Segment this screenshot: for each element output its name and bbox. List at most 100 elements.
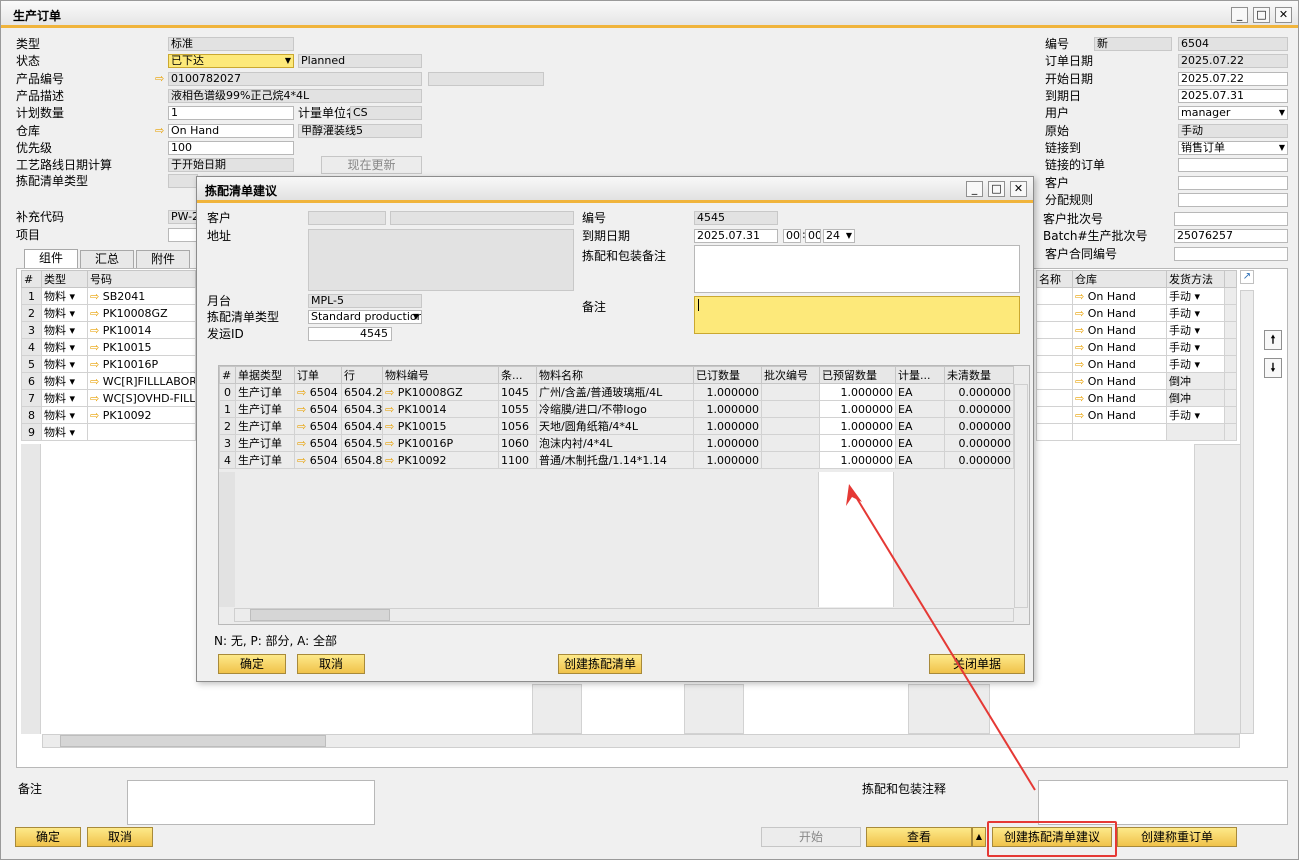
reserved-qty-cell[interactable]: 1.000000 (819, 451, 896, 469)
dialog-minute-field[interactable]: 00 (805, 229, 821, 243)
table-row[interactable]: 7物料 ▾⇨ WC[S]OVHD-FILLIN (21, 389, 196, 407)
dialog-due-date-field[interactable]: 2025.07.31 (694, 229, 778, 243)
supplement-code-field[interactable]: PW-2 (168, 210, 198, 224)
start-button[interactable]: 开始 (761, 827, 861, 847)
warehouse-cell[interactable]: ⇨ On Hand (1072, 321, 1167, 339)
maximize-icon[interactable]: □ (1253, 7, 1270, 23)
issue-method-cell[interactable]: 倒冲 (1166, 389, 1225, 407)
minimize-icon[interactable]: _ (1231, 7, 1248, 23)
col-header[interactable]: 仓库 (1072, 270, 1167, 288)
item-no-cell[interactable]: ⇨ PK10016P (87, 355, 196, 373)
tab-attachments[interactable]: 附件 (136, 250, 190, 268)
dialog-close-document-button[interactable]: 关闭单据 (929, 654, 1025, 674)
type-cell[interactable]: 物料 ▾ (41, 304, 88, 322)
project-field[interactable] (168, 228, 198, 242)
issue-method-cell[interactable]: 手动 ▾ (1166, 304, 1225, 322)
view-button[interactable]: 查看 (866, 827, 972, 847)
issue-method-cell[interactable]: 手动 ▾ (1166, 338, 1225, 356)
type-cell[interactable]: 物料 ▾ (41, 321, 88, 339)
ok-button[interactable]: 确定 (15, 827, 81, 847)
allocation-rule-field[interactable] (1178, 193, 1288, 207)
table-row[interactable]: 3 生产订单 ⇨ 6504 6504.5 ⇨ PK10016P 1060 泡沫内衬/4*4L… (219, 434, 1014, 452)
arrow-up-icon[interactable]: 🠕 (1264, 330, 1282, 350)
dialog-cancel-button[interactable]: 取消 (297, 654, 365, 674)
arrow-down-icon[interactable]: 🠗 (1264, 358, 1282, 378)
update-now-button[interactable]: 现在更新 (321, 156, 422, 174)
table-row[interactable]: ⇨ On Hand 倒冲 (1036, 389, 1237, 407)
table-row[interactable]: 2 生产订单 ⇨ 6504 6504.4 ⇨ PK10015 1056 天地/圆角纸箱/4*… (219, 417, 1014, 435)
issue-method-cell[interactable]: 手动 ▾ (1166, 287, 1225, 305)
cancel-button[interactable]: 取消 (87, 827, 153, 847)
dialog-close-icon[interactable]: ✕ (1010, 181, 1027, 197)
table-row[interactable]: 0 生产订单 ⇨ 6504 6504.2 ⇨ PK10008GZ 1045 广州/含盖/普通… (219, 383, 1014, 401)
table-row[interactable]: ⇨ On Hand 手动 ▾ (1036, 304, 1237, 322)
table-row[interactable]: ⇨ On Hand 倒冲 (1036, 372, 1237, 390)
type-cell[interactable]: 物料 ▾ (41, 423, 88, 441)
type-cell[interactable]: 物料 ▾ (41, 389, 88, 407)
series-field[interactable]: 新 (1094, 37, 1172, 51)
col-header[interactable]: 行 (341, 366, 383, 384)
item-no-cell[interactable]: ⇨ PK10092 (87, 406, 196, 424)
col-header[interactable]: 批次编号 (761, 366, 820, 384)
col-header[interactable]: # (21, 270, 42, 288)
due-date-field[interactable]: 2025.07.31 (1178, 89, 1288, 103)
table-row[interactable]: ⇨ On Hand 手动 ▾ (1036, 355, 1237, 373)
col-header[interactable]: 条... (498, 366, 537, 384)
link-arrow-icon[interactable]: ⇨ (155, 72, 164, 85)
warehouse-cell[interactable]: ⇨ On Hand (1072, 355, 1167, 373)
issue-method-cell[interactable]: 手动 ▾ (1166, 355, 1225, 373)
table-row[interactable]: 4 生产订单 ⇨ 6504 6504.8 ⇨ PK10092 1100 普通/木制托盘/1.… (219, 451, 1014, 469)
warehouse-cell[interactable]: ⇨ On Hand (1072, 406, 1167, 424)
reserved-qty-cell[interactable]: 1.000000 (819, 434, 896, 452)
customer-batch-field[interactable] (1174, 212, 1288, 226)
dialog-picktype-select[interactable]: Standard production ▼ (308, 310, 422, 324)
table-row[interactable]: 9 物料 ▾ (21, 423, 196, 441)
table-row[interactable]: 8 物料 ▾ ⇨ PK10092 (21, 406, 196, 424)
close-icon[interactable]: ✕ (1275, 7, 1292, 23)
item-no-cell[interactable]: ⇨ PK10015 (87, 338, 196, 356)
reserved-qty-cell[interactable]: 1.000000 (819, 400, 896, 418)
grid-vertical-scrollbar[interactable] (1240, 290, 1254, 734)
issue-method-cell[interactable]: 倒冲 (1166, 372, 1225, 390)
dialog-minimize-icon[interactable]: _ (966, 181, 983, 197)
reserved-qty-cell[interactable]: 1.000000 (819, 417, 896, 435)
col-header[interactable]: 物料名称 (536, 366, 694, 384)
linked-order-field[interactable] (1178, 158, 1288, 172)
item-no-cell[interactable]: ⇨ SB2041 (87, 287, 196, 305)
tab-components[interactable]: 组件 (24, 249, 78, 269)
col-header[interactable]: 类型 (41, 270, 88, 288)
col-header[interactable]: 已预留数量 (819, 366, 896, 384)
dialog-maximize-icon[interactable]: □ (988, 181, 1005, 197)
col-header[interactable]: 单据类型 (235, 366, 295, 384)
create-weigh-order-button[interactable]: 创建称重订单 (1117, 827, 1237, 847)
link-to-select[interactable]: 销售订单 ▼ (1178, 141, 1288, 155)
issue-method-cell[interactable]: 手动 ▾ (1166, 321, 1225, 339)
col-header[interactable]: 已订数量 (693, 366, 762, 384)
table-row[interactable]: 3 物料 ▾ ⇨ PK10014 (21, 321, 196, 339)
col-header[interactable]: 物料编号 (382, 366, 499, 384)
dialog-remark-textarea[interactable] (694, 296, 1020, 334)
table-row[interactable]: 6 物料 ▾ ⇨ WC[R]FILLLABOR (21, 372, 196, 390)
type-cell[interactable]: 物料 ▾ (41, 287, 88, 305)
product-no-field[interactable]: 0100782027 (168, 72, 422, 86)
dialog-shipid-field[interactable]: 4545 (308, 327, 392, 341)
col-header[interactable]: 名称 (1036, 270, 1073, 288)
batch-no-field[interactable]: 25076257 (1174, 229, 1288, 243)
col-header[interactable]: # (219, 366, 236, 384)
warehouse-cell[interactable]: ⇨ On Hand (1072, 304, 1167, 322)
table-row[interactable]: ⇨ On Hand 手动 ▾ (1036, 321, 1237, 339)
warehouse-cell[interactable]: ⇨ On Hand (1072, 338, 1167, 356)
dialog-create-pick-list-button[interactable]: 创建拣配清单 (558, 654, 642, 674)
type-cell[interactable]: 物料 ▾ (41, 372, 88, 390)
table-row[interactable]: ⇨ On Hand 手动 ▾ (1036, 338, 1237, 356)
item-no-cell[interactable]: ⇨ PK10014 (87, 321, 196, 339)
grid-settings-icon[interactable]: ↗ (1240, 270, 1254, 284)
table-row[interactable]: 1 生产订单 ⇨ 6504 6504.3 ⇨ PK10014 1055 冷缩膜/进口/不带l… (219, 400, 1014, 418)
customer-field[interactable] (1178, 176, 1288, 190)
col-header[interactable]: 订单 (294, 366, 342, 384)
remarks-textarea[interactable] (127, 780, 375, 825)
item-no-cell[interactable]: ⇨ PK10008GZ (87, 304, 196, 322)
contract-no-field[interactable] (1174, 247, 1288, 261)
table-row[interactable]: 5 物料 ▾ ⇨ PK10016P (21, 355, 196, 373)
item-no-cell[interactable] (87, 423, 196, 441)
